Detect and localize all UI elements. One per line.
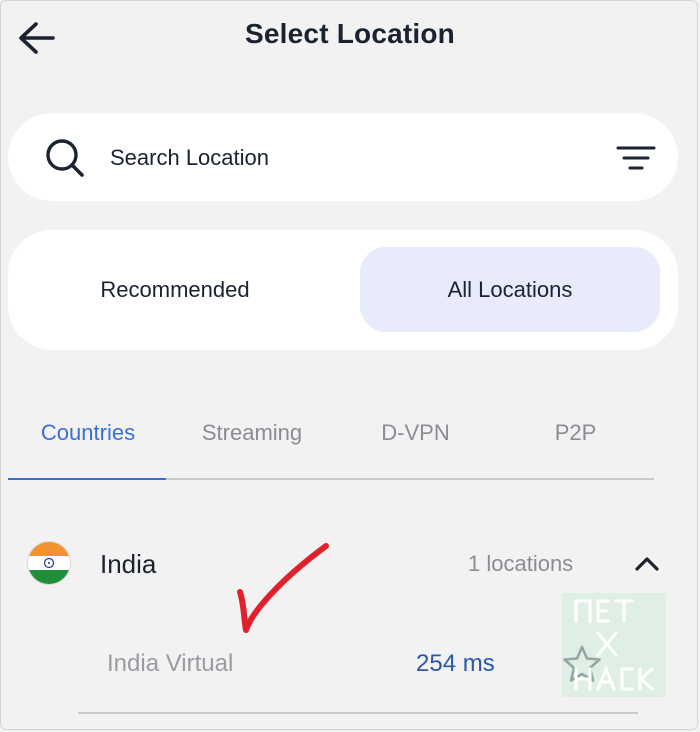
tab-countries[interactable]: Countries <box>8 420 168 456</box>
search-icon <box>46 139 84 177</box>
category-tabs: Countries Streaming D-VPN P2P <box>8 400 654 480</box>
checkmark-annotation <box>237 543 329 633</box>
all-locations-button[interactable]: All Locations <box>360 247 660 332</box>
watermark-logo <box>562 593 666 697</box>
tab-streaming[interactable]: Streaming <box>173 420 331 456</box>
chevron-up-icon[interactable] <box>633 550 661 578</box>
tab-p2p[interactable]: P2P <box>498 420 653 456</box>
active-tab-indicator <box>8 478 166 480</box>
tab-d-vpn[interactable]: D-VPN <box>338 420 493 456</box>
server-row-india-virtual[interactable]: India Virtual 254 ms <box>78 620 638 714</box>
server-latency: 254 ms <box>416 650 495 677</box>
filter-icon[interactable] <box>612 143 660 173</box>
locations-count: 1 locations <box>468 551 574 576</box>
header: Select Location <box>0 0 700 80</box>
server-name: India Virtual <box>107 650 234 677</box>
search-input[interactable] <box>108 139 552 177</box>
india-flag-icon <box>28 542 70 584</box>
recommended-button[interactable]: Recommended <box>20 247 330 332</box>
country-name: India <box>100 549 157 579</box>
search-bar <box>8 113 678 201</box>
location-mode-toggle: Recommended All Locations <box>8 230 678 350</box>
page-title: Select Location <box>245 18 455 49</box>
